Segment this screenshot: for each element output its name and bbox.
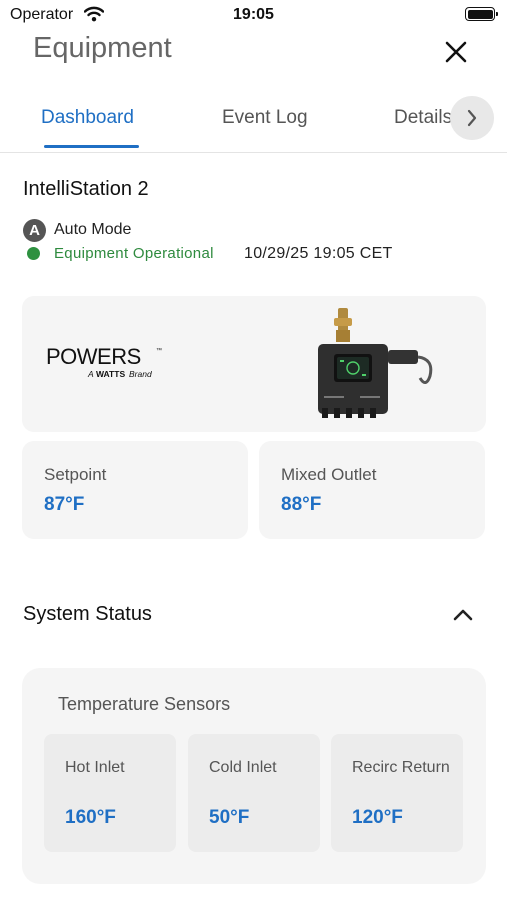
sensor-label: Hot Inlet — [65, 759, 125, 776]
status-dot — [27, 247, 40, 260]
mode-label: Auto Mode — [54, 221, 132, 238]
svg-text:™: ™ — [156, 347, 162, 354]
equipment-hero-card: POWERS ™ A WATTS Brand — [22, 296, 486, 432]
close-icon[interactable] — [441, 37, 471, 67]
device-image — [318, 308, 433, 418]
active-tab-indicator — [44, 145, 139, 148]
setpoint-value: 87°F — [44, 494, 85, 515]
page-title: Equipment — [33, 32, 172, 64]
auto-mode-badge: A — [23, 219, 46, 242]
mixed-outlet-card: Mixed Outlet 88°F — [259, 441, 485, 539]
system-status-title: System Status — [23, 603, 152, 625]
mixed-outlet-label: Mixed Outlet — [281, 465, 377, 484]
sensor-tile-hot-inlet: Hot Inlet 160°F — [44, 734, 176, 852]
battery-icon — [465, 7, 498, 21]
powers-logo: POWERS ™ A WATTS Brand — [46, 344, 162, 379]
sensor-value: 120°F — [352, 807, 403, 828]
sensor-value: 160°F — [65, 807, 116, 828]
station-name: IntelliStation 2 — [23, 178, 149, 200]
svg-text:POWERS: POWERS — [46, 344, 141, 369]
tab-dashboard[interactable]: Dashboard — [41, 107, 134, 129]
tab-event-log[interactable]: Event Log — [222, 107, 308, 129]
svg-text:WATTS: WATTS — [96, 369, 125, 379]
svg-text:Brand: Brand — [129, 369, 152, 379]
chevron-up-icon[interactable] — [449, 602, 477, 628]
operational-status-label: Equipment Operational — [54, 245, 214, 262]
tab-scroll-chevron-right-icon[interactable] — [450, 96, 494, 140]
tab-details[interactable]: Details — [394, 107, 452, 129]
setpoint-label: Setpoint — [44, 465, 107, 484]
sensor-tile-cold-inlet: Cold Inlet 50°F — [188, 734, 320, 852]
mixed-outlet-value: 88°F — [281, 494, 322, 515]
tab-bar: Dashboard Event Log Details — [0, 95, 507, 153]
sensor-tile-recirc-return: Recirc Return 120°F — [331, 734, 463, 852]
status-bar: Operator 19:05 — [0, 0, 507, 30]
sensor-label: Cold Inlet — [209, 759, 277, 776]
svg-text:A: A — [87, 369, 94, 379]
clock: 19:05 — [233, 6, 274, 23]
status-timestamp: 10/29/25 19:05 CET — [244, 245, 393, 262]
setpoint-card: Setpoint 87°F — [22, 441, 248, 539]
temperature-sensors-card: Temperature Sensors Hot Inlet 160°F Cold… — [22, 668, 486, 884]
temperature-sensors-title: Temperature Sensors — [58, 694, 231, 714]
sensor-label: Recirc Return — [352, 759, 450, 776]
sensor-value: 50°F — [209, 807, 250, 828]
